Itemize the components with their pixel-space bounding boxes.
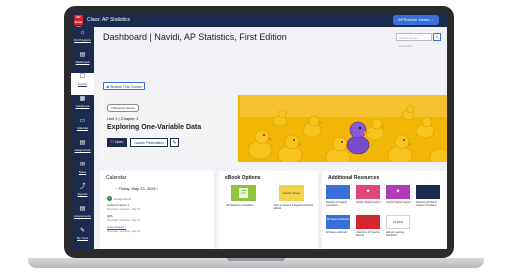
home-icon: ⌂ — [80, 30, 85, 36]
sidebar-item-label: Assignments — [74, 148, 91, 152]
resource-caption[interactable]: Statistics AP Statics Chapter Correlatio… — [416, 201, 443, 207]
sidebar-item-reports[interactable]: ⤴ Reports — [71, 183, 94, 205]
search-input[interactable]: Search Course Resources — [396, 33, 432, 48]
dashboard-icon: ▤ — [79, 52, 86, 58]
mcgraw-hill-logo[interactable]: Mc Graw Hill — [74, 15, 83, 29]
additional-resources-panel: Additional Resources Statistics AP Stati… — [322, 171, 447, 249]
open-button[interactable]: ☐ Open — [107, 138, 127, 147]
calendar-item[interactable]: QRS — [107, 215, 113, 218]
gradebook-icon: ▦ — [79, 96, 86, 102]
resource-thumbnail[interactable] — [356, 215, 380, 229]
edit-button[interactable]: ✎ — [170, 138, 179, 147]
sidebar-item-label: My Tools — [77, 236, 88, 240]
ebook-options-panel: eBook Options AP Statistics 1st Edition … — [219, 171, 318, 249]
guide-sheet-thumbnail[interactable]: Guide Sheet — [279, 185, 304, 201]
calendar-icon: ▭ — [79, 118, 86, 124]
calendar-item-due: Due Date: Overdue - May 16 — [107, 219, 141, 222]
search-button[interactable]: ⌕ — [433, 33, 441, 41]
resource-caption[interactable]: Customize AP Teacher Manual — [356, 231, 383, 237]
calendar-date-nav[interactable]: ‹ Friday, May 23, 2026 › — [116, 186, 158, 191]
top-bar: Mc Graw Hill Class: AP Statistics APTeac… — [71, 13, 447, 29]
lesson-title: Exploring One-Variable Data — [107, 124, 202, 131]
sidebar-item-my-programs[interactable]: ⌂ My Programs — [71, 29, 94, 51]
resource-caption[interactable]: Aligned Learning Standards — [386, 231, 413, 237]
sidebar-item-label: Notes — [78, 170, 87, 174]
course-icon: ☐ — [79, 74, 86, 80]
resource-thumbnail[interactable] — [416, 185, 440, 199]
tools-icon: ✎ — [79, 228, 86, 234]
class-title: Class: AP Statistics — [87, 17, 130, 23]
resource-thumbnail[interactable]: ✦ — [386, 185, 410, 199]
unit-chapter-label: Unit 1 | Chapter 1 — [107, 116, 139, 121]
sidebar-item-notes[interactable]: ✉ Notes — [71, 161, 94, 183]
sidebar-item-calendar[interactable]: ▭ Calendar — [71, 117, 94, 139]
app-screen: Mc Graw Hill Class: AP Statistics APTeac… — [71, 13, 447, 249]
launch-presentation-button[interactable]: Launch Presentation — [130, 138, 168, 147]
recently-viewed-card: ⊙ Recently Viewed Unit 1 | Chapter 1 Exp… — [100, 95, 238, 162]
sidebar-item-label: Reports — [77, 192, 88, 196]
calendar-section-label: Assignments — [114, 197, 132, 201]
user-menu-button[interactable]: APTeacher Demo ⌄ — [393, 15, 439, 25]
sidebar-item-label: Dashboard — [75, 60, 90, 64]
calendar-item-due: Due Date: Overdue - May 16 — [107, 230, 141, 233]
sidebar-item-assignments[interactable]: ▤ Assignments — [71, 139, 94, 161]
hero-banner: ⊙ Recently Viewed Unit 1 | Chapter 1 Exp… — [100, 95, 447, 162]
sidebar-item-gradebook[interactable]: ▦ Gradebook — [71, 95, 94, 117]
calendar-item[interactable]: Lesson 2 Lesson 1 — [107, 204, 129, 207]
reports-icon: ⤴ — [79, 184, 86, 190]
sidebar-item-course[interactable]: ☐ Course — [71, 73, 94, 95]
pencil-icon: ✎ — [172, 140, 177, 146]
page-title: Dashboard | Navidi, AP Statistics, First… — [103, 32, 287, 42]
resource-thumbnail[interactable]: ✦ — [356, 185, 380, 199]
resource-caption[interactable]: Teacher Digital Support — [386, 201, 413, 204]
sidebar-item-my-tools[interactable]: ✎ My Tools — [71, 227, 94, 249]
ebook-caption[interactable]: AP Statistics 1st Edition — [226, 204, 266, 207]
sidebar-item-label: My Programs — [74, 38, 91, 42]
search-icon: ⌕ — [435, 34, 439, 40]
resource-thumbnail[interactable] — [326, 185, 350, 199]
resource-caption[interactable]: AP Exam workbook — [326, 231, 353, 234]
check-icon: ✓ — [107, 196, 112, 201]
sidebar: ⌂ My Programs ▤ Dashboard ☐ Course ▦ Gra… — [71, 27, 94, 249]
assessments-icon: ▤ — [79, 206, 86, 212]
calendar-item[interactable]: Jones Chapter 1 — [107, 226, 126, 229]
assignments-icon: ▤ — [79, 140, 86, 146]
calendar-panel: Calendar ‹ Friday, May 23, 2026 › ✓ Assi… — [100, 171, 214, 249]
sidebar-item-label: Assessments — [74, 214, 91, 218]
sidebar-item-dashboard[interactable]: ▤ Dashboard — [71, 51, 94, 73]
ebook-cover-thumbnail[interactable] — [231, 185, 256, 201]
calendar-item-due: Due Date: Overdue - May 16 — [107, 208, 141, 211]
sidebar-item-label: Course — [77, 82, 88, 86]
sidebar-item-label: Calendar — [76, 126, 89, 130]
resource-caption[interactable]: Statistics AP Statics Correlation — [326, 201, 353, 207]
ebook-caption[interactable]: How to Access Integrated Student eBook — [274, 204, 314, 210]
main-content: Dashboard | Navidi, AP Statistics, First… — [94, 27, 447, 249]
laptop-base-notch — [227, 258, 285, 261]
resource-caption[interactable]: Student Digital Support — [356, 201, 383, 204]
book-icon — [239, 188, 248, 198]
browse-course-button[interactable]: ⇄ Browse This Course — [103, 82, 145, 90]
resource-thumbnail[interactable]: ALEKS — [386, 215, 410, 229]
notes-icon: ✉ — [79, 162, 86, 168]
sidebar-item-label: Gradebook — [75, 104, 90, 108]
recently-viewed-badge: ⊙ Recently Viewed — [107, 104, 139, 112]
ebook-options-title: eBook Options — [225, 175, 261, 181]
star-icon: ✦ — [395, 189, 401, 195]
star-icon: ✦ — [365, 189, 371, 195]
sidebar-item-assessments[interactable]: ▤ Assessments — [71, 205, 94, 227]
calendar-title: Calendar — [106, 175, 127, 181]
additional-resources-title: Additional Resources — [328, 175, 380, 181]
resource-thumbnail[interactable]: AP Exam workbook — [326, 215, 350, 229]
